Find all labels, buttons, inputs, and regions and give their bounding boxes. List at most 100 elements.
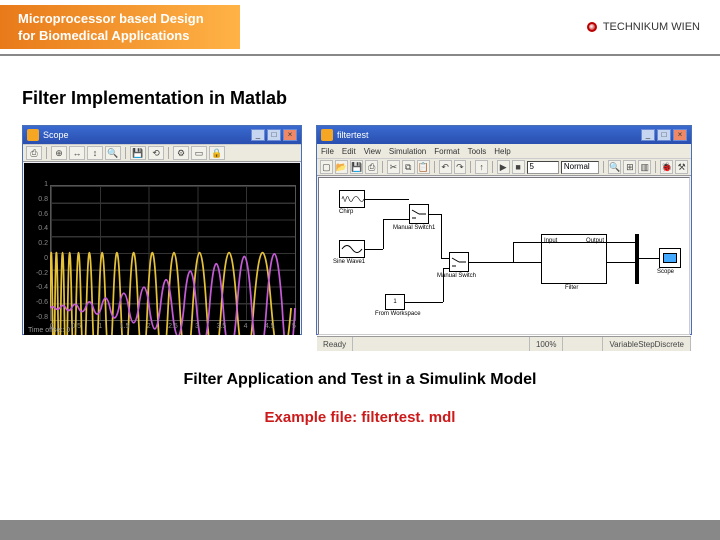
- autoscale-icon[interactable]: 🔍: [105, 146, 121, 160]
- close-button[interactable]: ×: [283, 129, 297, 141]
- simulink-app-icon: [321, 129, 333, 141]
- status-progress: 100%: [530, 337, 563, 351]
- zoom-icon[interactable]: 🔍: [608, 160, 621, 174]
- x-tick: 3.5: [216, 323, 226, 333]
- stop-icon[interactable]: ■: [512, 160, 525, 174]
- scope-waveforms: [50, 185, 296, 335]
- y-tick: 0: [26, 255, 48, 262]
- close-button[interactable]: ×: [673, 129, 687, 141]
- scope-app-icon: [27, 129, 39, 141]
- institution-logo: TECHNIKUM WIEN: [587, 21, 720, 33]
- simulink-window: filtertest _ □ × File Edit View Simulati…: [316, 125, 692, 335]
- open-icon[interactable]: 📂: [335, 160, 348, 174]
- simulink-statusbar: Ready 100% VariableStepDiscrete: [317, 336, 691, 351]
- x-tick: 4.5: [265, 323, 275, 333]
- params-icon[interactable]: ⚙: [173, 146, 189, 160]
- scope-y-axis: 1 0.8 0.6 0.4 0.2 0 -0.2 -0.4 -0.6 -0.8: [26, 181, 48, 321]
- filter-input-port: Input: [544, 238, 557, 244]
- zoom-x-icon[interactable]: ↔: [69, 146, 85, 160]
- fit-icon[interactable]: ⊞: [623, 160, 636, 174]
- scope-window: Scope _ □ × ⎙ ⊕ ↔ ↕ 🔍 💾 ⟲ ⚙ ▭ 🔒: [22, 125, 302, 335]
- y-tick: 1: [26, 181, 48, 188]
- filter-label: Filter: [565, 285, 578, 291]
- menu-tools[interactable]: Tools: [468, 147, 487, 156]
- lock-icon[interactable]: 🔒: [209, 146, 225, 160]
- x-tick: 0.5: [71, 323, 81, 333]
- print-icon[interactable]: ⎙: [26, 146, 42, 160]
- scope-x-axis: 0 0.5 1 1.5 2 2.5 3 3.5 4 4.5 5: [50, 323, 296, 333]
- mode-select[interactable]: Normal: [561, 161, 600, 174]
- menu-edit[interactable]: Edit: [342, 147, 356, 156]
- menu-format[interactable]: Format: [434, 147, 459, 156]
- save-icon[interactable]: 💾: [130, 146, 146, 160]
- slide-title: Filter Implementation in Matlab: [22, 88, 720, 109]
- simulink-toolbar: ▢ 📂 💾 ⎙ ✂ ⧉ 📋 ↶ ↷ ↑ ▶ ■ 5 Normal 🔍 ⊞ ▥ 🐞…: [317, 158, 691, 176]
- x-tick: 4: [244, 323, 248, 333]
- build-icon[interactable]: ⚒: [675, 160, 688, 174]
- chirp-block[interactable]: [339, 190, 365, 208]
- slide-footer-bar: [0, 520, 720, 540]
- scope-toolbar: ⎙ ⊕ ↔ ↕ 🔍 💾 ⟲ ⚙ ▭ 🔒: [23, 144, 301, 162]
- course-title-line1: Microprocessor based Design: [18, 11, 222, 28]
- menu-help[interactable]: Help: [494, 147, 510, 156]
- chirp-label: Chirp: [339, 209, 353, 215]
- screenshot-panels: Scope _ □ × ⎙ ⊕ ↔ ↕ 🔍 💾 ⟲ ⚙ ▭ 🔒: [0, 125, 720, 335]
- cut-icon[interactable]: ✂: [387, 160, 400, 174]
- x-tick: 1: [98, 323, 102, 333]
- scope-block[interactable]: [659, 248, 681, 268]
- maximize-button[interactable]: □: [267, 129, 281, 141]
- new-icon[interactable]: ▢: [320, 160, 333, 174]
- minimize-button[interactable]: _: [251, 129, 265, 141]
- zoom-y-icon[interactable]: ↕: [87, 146, 103, 160]
- caption-main: Filter Application and Test in a Simulin…: [0, 371, 720, 389]
- logo-text: TECHNIKUM WIEN: [603, 21, 700, 33]
- logo-dot-icon: [587, 22, 597, 32]
- undo-icon[interactable]: ↶: [439, 160, 452, 174]
- save-icon[interactable]: 💾: [350, 160, 363, 174]
- menu-file[interactable]: File: [321, 147, 334, 156]
- caption-example-file: Example file: filtertest. mdl: [0, 409, 720, 426]
- y-tick: -0.4: [26, 284, 48, 291]
- lib-icon[interactable]: ▥: [638, 160, 651, 174]
- print-icon[interactable]: ⎙: [365, 160, 378, 174]
- manual-switch1-block[interactable]: [409, 204, 429, 224]
- slide-header: Microprocessor based Design for Biomedic…: [0, 0, 720, 56]
- zoom-in-icon[interactable]: ⊕: [51, 146, 67, 160]
- y-tick: 0.8: [26, 196, 48, 203]
- y-tick: 0.6: [26, 211, 48, 218]
- stop-time-field[interactable]: 5: [527, 161, 559, 174]
- scope-plot: 1 0.8 0.6 0.4 0.2 0 -0.2 -0.4 -0.6 -0.8 …: [24, 163, 300, 335]
- play-icon[interactable]: ▶: [497, 160, 510, 174]
- float-icon[interactable]: ▭: [191, 146, 207, 160]
- simulink-menubar: File Edit View Simulation Format Tools H…: [317, 144, 691, 158]
- course-title-line2: for Biomedical Applications: [18, 28, 222, 45]
- redo-icon[interactable]: ↷: [454, 160, 467, 174]
- manual-switch1-label: Manual Switch1: [393, 225, 435, 231]
- menu-simulation[interactable]: Simulation: [389, 147, 426, 156]
- debug-icon[interactable]: 🐞: [660, 160, 673, 174]
- x-tick: 3: [195, 323, 199, 333]
- maximize-button[interactable]: □: [657, 129, 671, 141]
- copy-icon[interactable]: ⧉: [402, 160, 415, 174]
- restore-icon[interactable]: ⟲: [148, 146, 164, 160]
- scope-block-label: Scope: [657, 269, 674, 275]
- y-tick: -0.6: [26, 299, 48, 306]
- menu-view[interactable]: View: [364, 147, 381, 156]
- sine-block[interactable]: [339, 240, 365, 258]
- y-tick: -0.2: [26, 270, 48, 277]
- y-tick: -0.8: [26, 314, 48, 321]
- sine-label: Sine Wave1: [333, 259, 365, 265]
- mux-block[interactable]: [635, 234, 639, 284]
- simulink-titlebar[interactable]: filtertest _ □ ×: [317, 126, 691, 144]
- paste-icon[interactable]: 📋: [417, 160, 430, 174]
- manual-switch-block[interactable]: [449, 252, 469, 272]
- simulink-canvas[interactable]: Chirp Manual Switch1 Sine Wave1 Manual S…: [318, 177, 690, 335]
- x-tick: 2.5: [168, 323, 178, 333]
- scope-titlebar[interactable]: Scope _ □ ×: [23, 126, 301, 144]
- status-solver: VariableStepDiscrete: [603, 337, 691, 351]
- from-workspace-label: From Workspace: [375, 311, 421, 317]
- up-icon[interactable]: ↑: [475, 160, 488, 174]
- constant-block[interactable]: 1: [385, 294, 405, 310]
- y-tick: 0.2: [26, 240, 48, 247]
- minimize-button[interactable]: _: [641, 129, 655, 141]
